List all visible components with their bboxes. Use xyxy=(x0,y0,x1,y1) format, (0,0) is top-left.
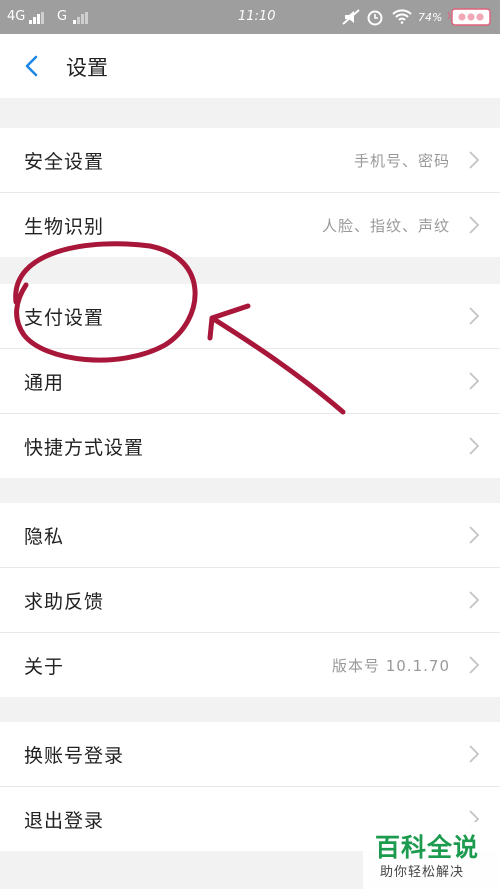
chevron-right-icon xyxy=(469,437,480,455)
wifi-icon xyxy=(392,9,412,24)
menu-item-label: 关于 xyxy=(24,656,65,678)
menu-item-general[interactable]: 通用 xyxy=(0,349,500,414)
chevron-right-icon xyxy=(469,745,480,763)
chevron-right-icon xyxy=(469,307,480,325)
menu-item-label: 通用 xyxy=(24,372,65,394)
menu-item-label: 退出登录 xyxy=(24,810,105,832)
signal-icon xyxy=(29,12,45,24)
menu-item-value: 手机号、密码 xyxy=(353,152,450,170)
watermark-title: 百科全说 xyxy=(375,833,480,862)
settings-group-misc: 隐私 求助反馈 关于 版本号 10.1.70 xyxy=(0,503,500,697)
menu-item-privacy[interactable]: 隐私 xyxy=(0,503,500,568)
menu-item-payment[interactable]: 支付设置 xyxy=(0,284,500,349)
chevron-right-icon xyxy=(469,372,480,390)
menu-item-label: 求助反馈 xyxy=(24,591,105,613)
chevron-right-icon xyxy=(469,151,480,169)
battery-icon xyxy=(447,8,491,26)
menu-item-biometrics[interactable]: 生物识别 人脸、指纹、声纹 xyxy=(0,193,500,257)
chevron-right-icon xyxy=(469,216,480,234)
chevron-right-icon xyxy=(469,656,480,674)
signal-icon xyxy=(73,12,89,24)
mute-icon xyxy=(342,9,360,25)
settings-group-account: 安全设置 手机号、密码 生物识别 人脸、指纹、声纹 xyxy=(0,128,500,257)
battery-percent: 74% xyxy=(418,11,443,24)
chevron-right-icon xyxy=(469,526,480,544)
menu-item-security[interactable]: 安全设置 手机号、密码 xyxy=(0,128,500,193)
back-arrow-icon[interactable] xyxy=(18,52,46,80)
menu-item-value: 人脸、指纹、声纹 xyxy=(321,217,450,235)
status-bar: 4G G 11:10 74% xyxy=(0,0,500,34)
title-bar: 设置 xyxy=(0,34,500,98)
menu-item-help-feedback[interactable]: 求助反馈 xyxy=(0,568,500,633)
alarm-icon xyxy=(367,10,383,26)
settings-group-general: 支付设置 通用 快捷方式设置 xyxy=(0,284,500,478)
network-type-1: 4G xyxy=(7,9,26,24)
menu-item-shortcuts[interactable]: 快捷方式设置 xyxy=(0,414,500,478)
menu-item-label: 隐私 xyxy=(24,526,65,548)
menu-item-about[interactable]: 关于 版本号 10.1.70 xyxy=(0,633,500,697)
menu-item-label: 支付设置 xyxy=(24,307,105,329)
menu-item-label: 生物识别 xyxy=(24,216,105,238)
menu-item-label: 换账号登录 xyxy=(24,745,125,767)
menu-item-label: 快捷方式设置 xyxy=(24,437,145,459)
page-title: 设置 xyxy=(66,56,108,80)
menu-item-label: 安全设置 xyxy=(24,151,105,173)
menu-item-switch-account[interactable]: 换账号登录 xyxy=(0,722,500,787)
chevron-right-icon xyxy=(469,591,480,609)
clock: 11:10 xyxy=(238,9,276,24)
watermark-logo: 百科全说 助你轻松解决 xyxy=(363,822,500,889)
menu-item-value: 版本号 10.1.70 xyxy=(331,657,450,675)
watermark-subtitle: 助你轻松解决 xyxy=(380,865,465,880)
network-type-2: G xyxy=(57,9,68,24)
